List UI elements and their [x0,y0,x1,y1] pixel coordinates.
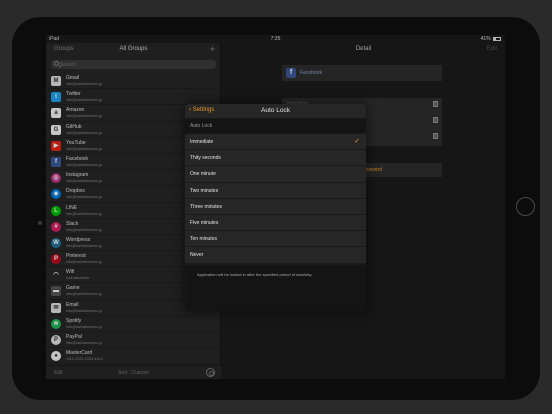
footer-note: Application will be locked in after the … [197,272,313,277]
modal-title: Auto Lock [261,107,290,114]
camera-dot [38,221,42,225]
checkmark-icon: ✓ [354,138,360,145]
option-label: One minute [190,171,216,178]
auto-lock-option[interactable]: Immediate ✓ [185,134,366,151]
home-button[interactable] [516,197,535,216]
option-label: Never [190,252,204,259]
section-label: Auto Lock [190,123,213,129]
option-label: Thity seconds [190,155,221,162]
option-label: Immediate [190,139,214,145]
auto-lock-option[interactable]: Thity seconds [185,150,366,167]
modal-navbar: ‹ Settings Auto Lock [185,104,366,118]
section-header: Auto Lock [185,119,366,133]
option-label: Ten minutes [190,236,217,243]
option-label: Three minutes [190,203,222,210]
auto-lock-option[interactable]: Three minutes [185,198,366,215]
auto-lock-options: Immediate ✓ Thity seconds One minute Two min… [185,134,366,264]
auto-lock-option[interactable]: Two minutes [185,182,366,199]
auto-lock-option[interactable]: One minute [185,166,366,183]
modal-footer: Application will be locked in after the … [185,265,366,311]
auto-lock-option[interactable]: Five minutes [185,214,366,232]
auto-lock-modal: ‹ Settings Auto Lock Auto Lock Immediate… [185,104,366,311]
auto-lock-option[interactable]: Ten minutes [185,231,366,248]
option-label: Five minutes [190,219,219,226]
auto-lock-option[interactable]: Never [185,247,366,264]
screen: iPad 7:35 41% Groups All Groups + MGmail… [46,35,505,379]
option-label: Two minutes [190,187,219,194]
